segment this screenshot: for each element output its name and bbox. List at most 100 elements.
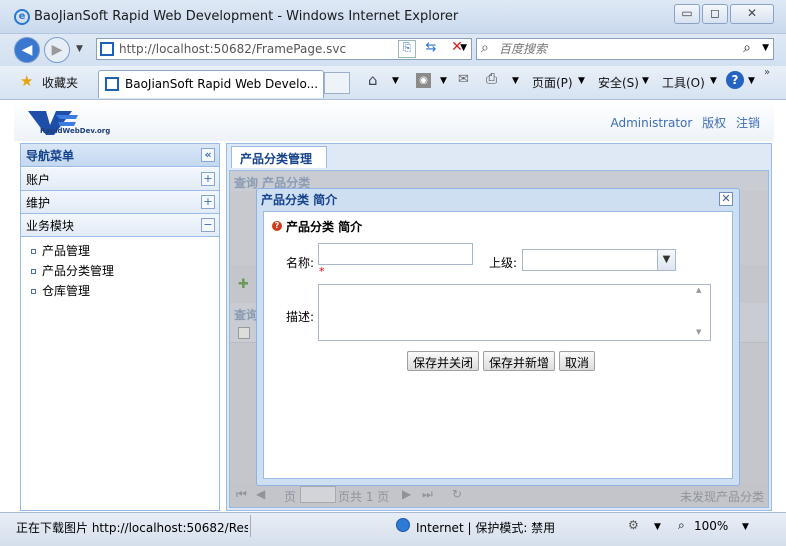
print-dropdown-icon[interactable]: ▼	[512, 76, 519, 86]
section-title: 产品分类 简介	[286, 220, 363, 234]
home-icon[interactable]: ⌂	[368, 71, 378, 89]
user-link[interactable]: Administrator	[611, 116, 693, 130]
forward-button[interactable]: ▶	[44, 37, 70, 63]
back-button[interactable]: ◀	[14, 37, 40, 63]
nav-section-business[interactable]: 业务模块 −	[21, 214, 219, 237]
required-mark: *	[319, 265, 325, 278]
nav-title: 导航菜单 «	[21, 144, 219, 167]
window-title: BaoJianSoft Rapid Web Development - Wind…	[34, 9, 459, 24]
section-collapse-icon[interactable]: ?	[272, 221, 282, 231]
refresh-grid-icon[interactable]: ↻	[452, 487, 462, 501]
description-label: 描述:	[286, 310, 315, 324]
browser-tab[interactable]: BaoJianSoft Rapid Web Develo...	[98, 70, 324, 98]
history-dropdown-icon[interactable]: ▼	[76, 44, 83, 54]
tools-menu[interactable]: 工具(O)	[662, 74, 705, 91]
nav-section-accounts[interactable]: 账户 +	[21, 168, 219, 191]
maximize-button[interactable]: ◻	[702, 4, 728, 24]
nav-item-label: 产品管理	[42, 244, 91, 258]
logout-link[interactable]: 注销	[736, 116, 760, 130]
star-icon[interactable]: ★	[20, 72, 33, 90]
nav-section-maintenance[interactable]: 维护 +	[21, 191, 219, 214]
zoom-dropdown-icon[interactable]: ▼	[742, 522, 749, 532]
next-page-icon[interactable]: ▶	[402, 487, 411, 501]
search-icon[interactable]: ⌕	[743, 40, 751, 56]
close-button[interactable]: ✕	[730, 4, 774, 24]
nav-item-warehouses[interactable]: 仓库管理	[31, 282, 90, 299]
security-zone[interactable]: Internet | 保护模式: 禁用	[416, 519, 555, 536]
dialog-title: 产品分类 简介	[261, 193, 338, 207]
scroll-down-icon[interactable]: ▼	[696, 328, 701, 336]
collapse-icon[interactable]: −	[201, 218, 215, 232]
search-input[interactable]	[499, 41, 729, 57]
prev-page-icon[interactable]: ◀	[256, 487, 265, 501]
empty-message: 未发现产品分类	[679, 490, 764, 504]
safety-menu[interactable]: 安全(S)	[598, 74, 639, 91]
favorites-bar: ★ 收藏夹 BaoJianSoft Rapid Web Develo... ⌂ …	[0, 66, 786, 100]
home-dropdown-icon[interactable]: ▼	[392, 76, 399, 86]
nav-item-product-categories[interactable]: 产品分类管理	[31, 262, 114, 279]
nav-panel: 导航菜单 « 账户 + 维护 + 业务模块 − 产品管理 产品分类管理 仓库管理	[20, 143, 220, 511]
name-input[interactable]	[318, 243, 473, 265]
protected-mode-icon[interactable]: ⚙	[628, 518, 639, 532]
search-box[interactable]: ⌕ ⌕ ▼	[476, 38, 774, 60]
dialog-close-icon[interactable]: ✕	[719, 192, 733, 206]
copyright-link[interactable]: 版权	[702, 116, 726, 130]
search-dropdown-icon[interactable]: ▼	[762, 43, 769, 53]
toolbar-overflow-icon[interactable]: »	[764, 67, 770, 78]
pager-total-label: 页共 1 页	[338, 490, 390, 504]
stop-icon[interactable]: ✕	[448, 39, 466, 57]
scroll-up-icon[interactable]: ▲	[696, 286, 701, 294]
site-icon	[100, 42, 114, 56]
logo-text: RapidWebDev.org	[40, 127, 110, 135]
mail-icon[interactable]: ✉	[458, 72, 469, 87]
nav-section-label: 维护	[26, 196, 51, 210]
description-textarea[interactable]	[318, 284, 711, 341]
new-tab-button[interactable]	[324, 72, 350, 94]
status-text: 正在下载图片 http://localhost:50682/Reso	[16, 521, 248, 535]
page-menu[interactable]: 页面(P)	[532, 74, 573, 91]
tab-product-categories[interactable]: 产品分类管理	[231, 146, 327, 168]
print-icon[interactable]: ⎙	[486, 71, 497, 87]
save-close-button[interactable]: 保存并关闭	[407, 351, 479, 371]
favorites-button[interactable]: 收藏夹	[42, 74, 78, 91]
feeds-icon[interactable]: ◉	[416, 73, 431, 88]
nav-item-label: 仓库管理	[42, 284, 91, 298]
grid-pager: ⏮ ◀ 页 页共 1 页 ▶ ⏭ ↻ 未发现产品分类	[230, 483, 768, 507]
add-icon[interactable]: ✚	[238, 277, 249, 292]
category-dialog: 产品分类 简介 ✕ ? 产品分类 简介 名称: * 上级: ▼ 描述: ▲ ▼ …	[256, 188, 740, 486]
parent-select[interactable]: ▼	[522, 249, 676, 271]
page-menu-dropdown-icon: ▼	[578, 76, 585, 86]
chevron-down-icon[interactable]: ▼	[657, 250, 675, 270]
address-url: http://localhost:50682/FramePage.svc	[119, 42, 347, 56]
first-page-icon[interactable]: ⏮	[236, 487, 247, 502]
zoom-icon: ⌕	[678, 518, 685, 532]
zoom-level[interactable]: 100%	[694, 519, 728, 533]
feeds-dropdown-icon[interactable]: ▼	[440, 76, 447, 86]
name-label: 名称:	[286, 256, 315, 270]
expand-icon[interactable]: +	[201, 172, 215, 186]
minimize-button[interactable]: ▭	[674, 4, 700, 24]
select-all-checkbox[interactable]	[238, 327, 250, 339]
save-new-button[interactable]: 保存并新增	[483, 351, 555, 371]
globe-icon	[396, 518, 410, 532]
help-dropdown-icon[interactable]: ▼	[748, 76, 755, 86]
parent-label: 上级:	[489, 256, 518, 270]
search-provider-icon: ⌕	[481, 40, 489, 56]
page-number-input[interactable]	[300, 486, 336, 503]
compat-view-icon[interactable]: ⎘	[398, 40, 416, 58]
help-icon[interactable]: ?	[726, 71, 744, 89]
tools-menu-dropdown-icon: ▼	[710, 76, 717, 86]
status-bar: 正在下载图片 http://localhost:50682/Reso Inter…	[0, 512, 786, 546]
collapse-nav-icon[interactable]: «	[201, 148, 215, 162]
app-header: RapidWebDev.org Administrator 版权 注销	[14, 101, 774, 141]
expand-icon[interactable]: +	[201, 195, 215, 209]
last-page-icon[interactable]: ⏭	[422, 487, 433, 502]
nav-title-text: 导航菜单	[26, 149, 75, 163]
safety-menu-dropdown-icon: ▼	[642, 76, 649, 86]
cancel-button[interactable]: 取消	[559, 351, 595, 371]
refresh-icon[interactable]: ⇆	[422, 40, 440, 58]
protected-mode-dropdown-icon[interactable]: ▼	[654, 522, 661, 532]
pager-page-label: 页	[284, 490, 297, 504]
nav-item-products[interactable]: 产品管理	[31, 242, 90, 259]
bullet-icon	[31, 249, 36, 254]
